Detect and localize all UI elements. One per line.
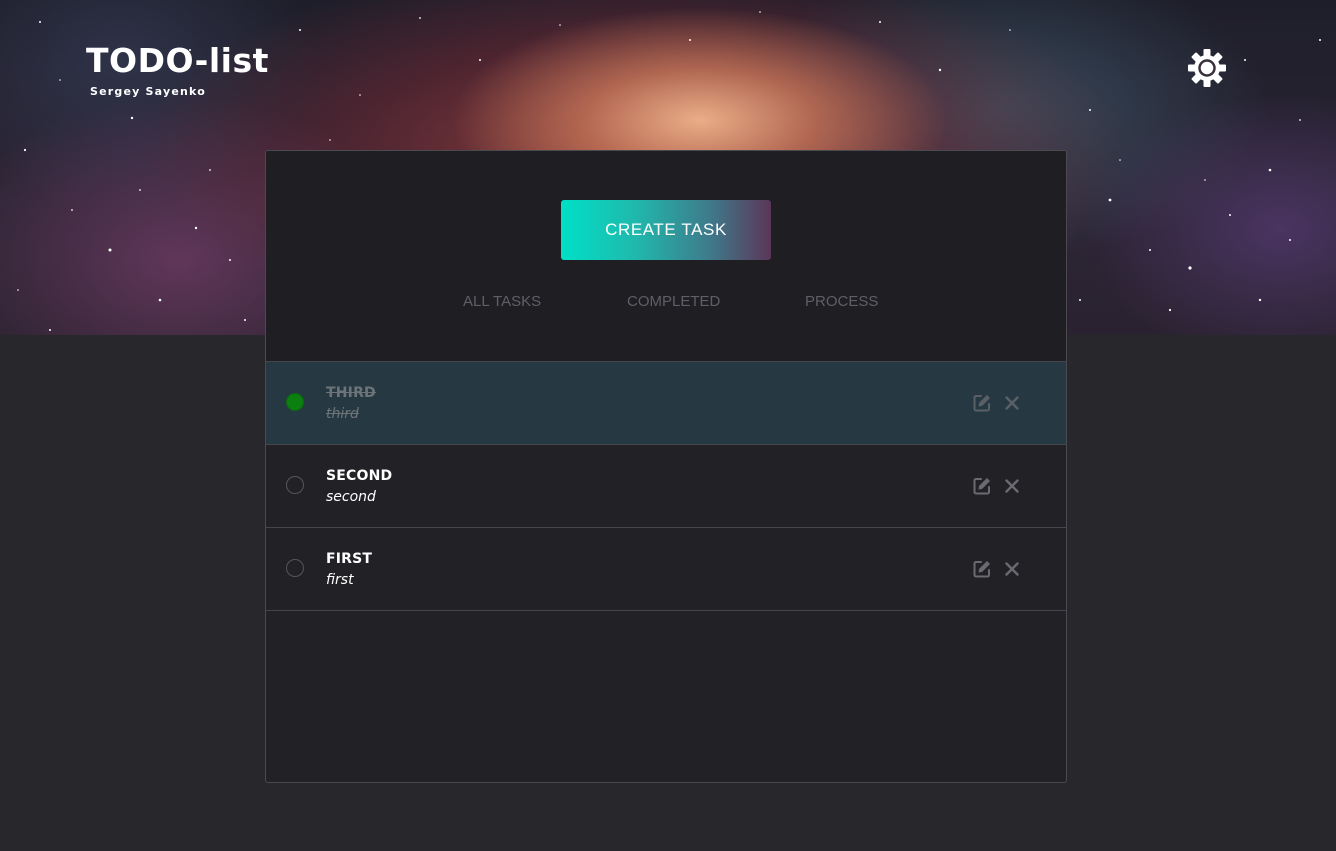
edit-task-button[interactable] xyxy=(972,393,992,413)
edit-icon xyxy=(973,395,990,412)
task-title: FIRST xyxy=(326,551,373,567)
filter-tabs: ALL TASKS COMPLETED PROCESS xyxy=(266,293,1066,313)
edit-task-button[interactable] xyxy=(972,559,992,579)
task-panel: CREATE TASK ALL TASKS COMPLETED PROCESS … xyxy=(265,150,1067,783)
task-complete-toggle[interactable] xyxy=(286,393,304,411)
close-icon xyxy=(1005,396,1019,410)
task-title: THIRD xyxy=(326,385,376,401)
edit-task-button[interactable] xyxy=(972,476,992,496)
task-description: second xyxy=(326,489,376,505)
task-title: SECOND xyxy=(326,468,393,484)
task-item: FIRST first xyxy=(266,528,1066,611)
delete-task-button[interactable] xyxy=(1002,393,1022,413)
delete-task-button[interactable] xyxy=(1002,476,1022,496)
brand: TODO-list Sergey Sayenko xyxy=(86,40,269,98)
close-icon xyxy=(1005,479,1019,493)
task-panel-header: CREATE TASK ALL TASKS COMPLETED PROCESS xyxy=(266,151,1066,362)
task-item: THIRD third xyxy=(266,362,1066,445)
create-task-button[interactable]: CREATE TASK xyxy=(561,200,771,260)
task-description: third xyxy=(326,406,359,422)
task-description: first xyxy=(326,572,354,588)
edit-icon xyxy=(973,478,990,495)
delete-task-button[interactable] xyxy=(1002,559,1022,579)
edit-icon xyxy=(973,561,990,578)
close-icon xyxy=(1005,562,1019,576)
theme-toggle-button[interactable] xyxy=(1186,47,1228,89)
task-list: THIRD third SECOND second FIRST first xyxy=(266,362,1066,611)
filter-process[interactable]: PROCESS xyxy=(805,293,878,310)
gear-icon xyxy=(1188,49,1226,87)
app-author: Sergey Sayenko xyxy=(90,85,206,98)
task-complete-toggle[interactable] xyxy=(286,559,304,577)
task-complete-toggle[interactable] xyxy=(286,476,304,494)
app-page: TODO-list Sergey Sayenko CREATE TASK ALL… xyxy=(0,0,1336,851)
filter-completed[interactable]: COMPLETED xyxy=(627,293,720,310)
app-title: TODO-list xyxy=(86,41,269,80)
task-item: SECOND second xyxy=(266,445,1066,528)
filter-all-tasks[interactable]: ALL TASKS xyxy=(463,293,541,310)
